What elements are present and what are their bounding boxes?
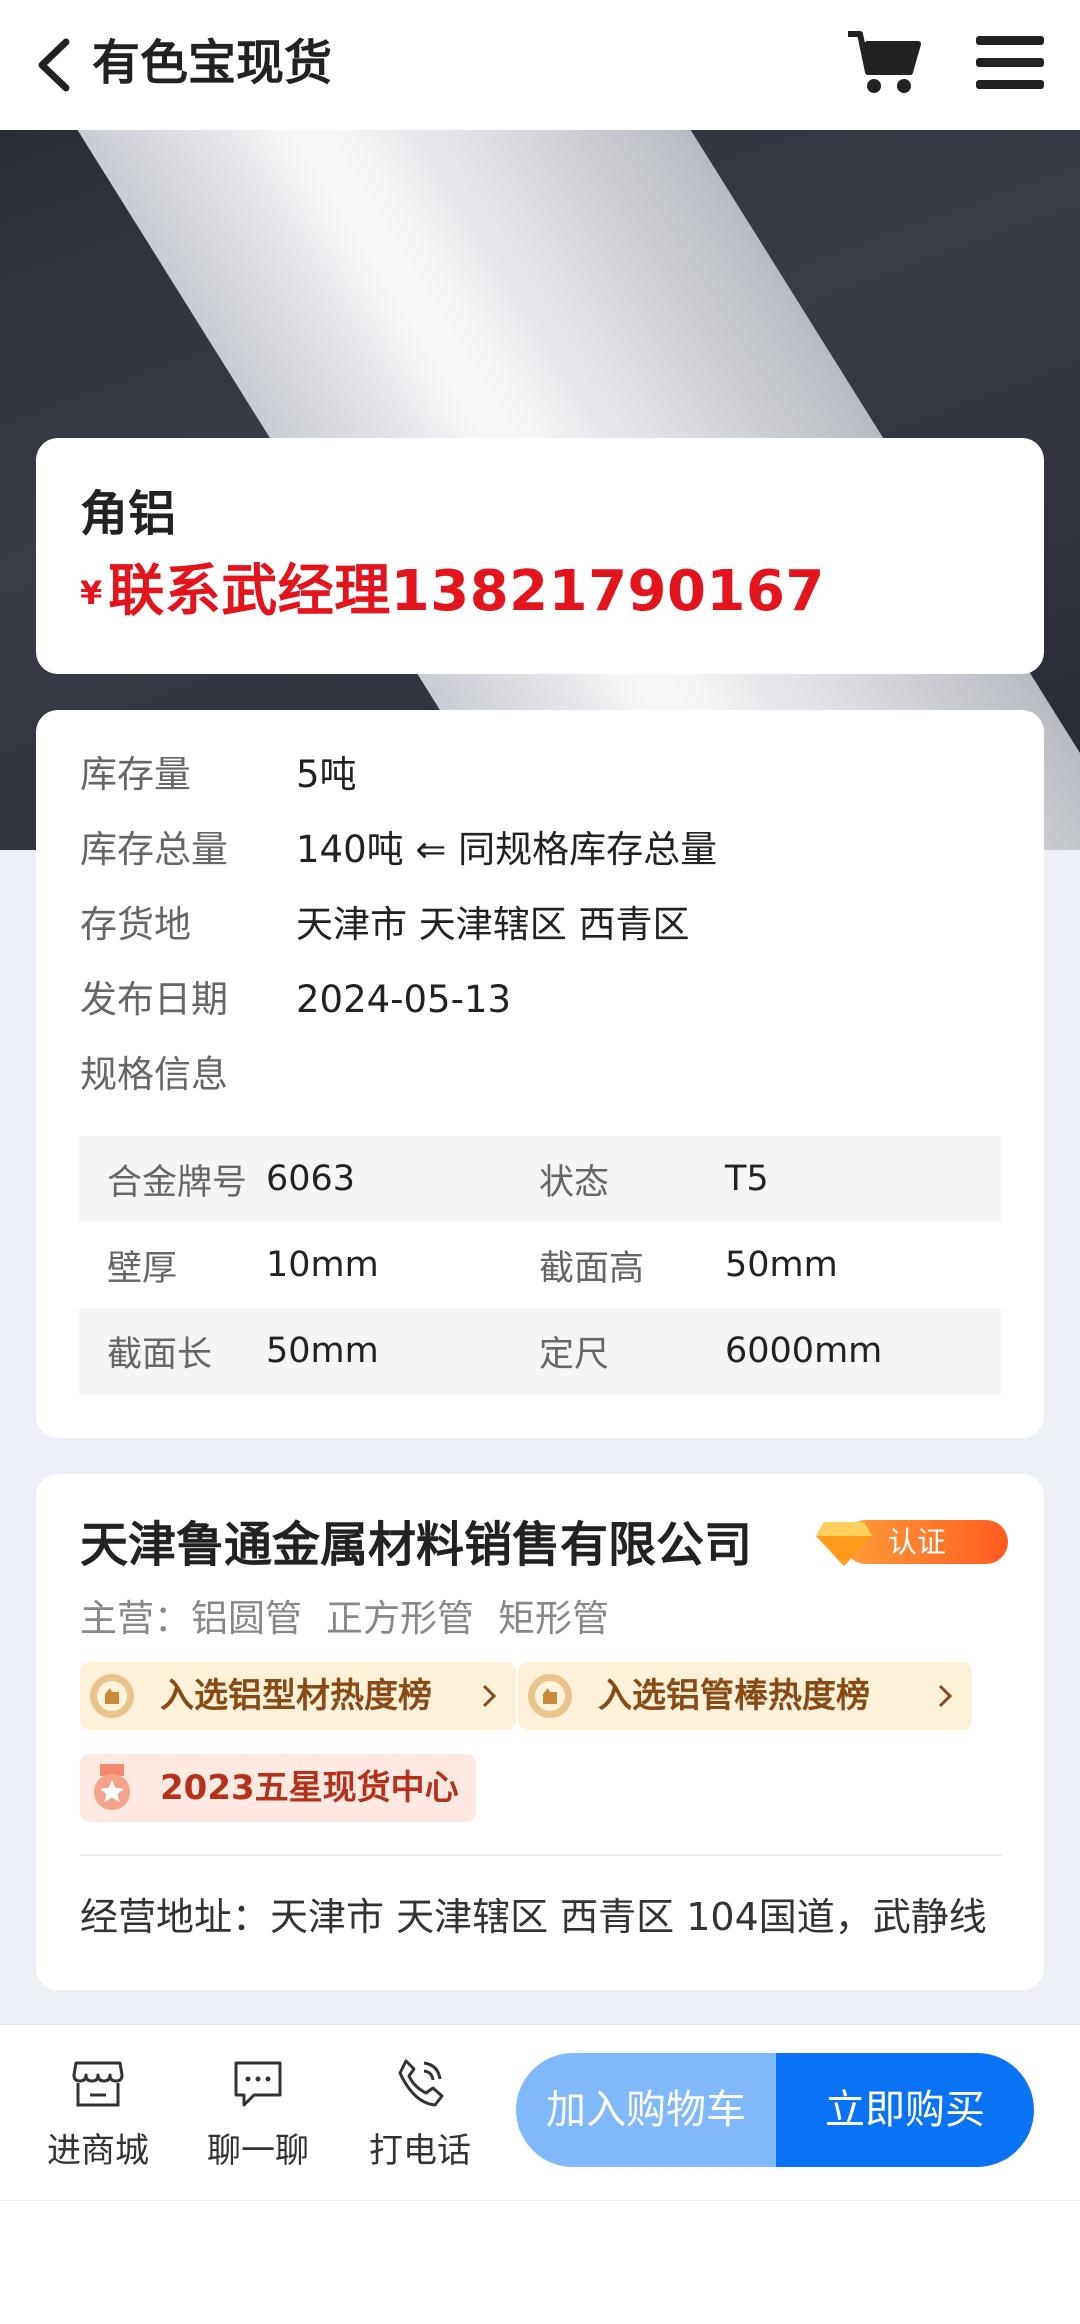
price-contact-text[interactable]: 联系武经理13821790167 [108,559,825,624]
location-row: 存货地 天津市 天津辖区 西青区 [80,900,690,950]
call-label: 打电话 [369,2131,471,2171]
menu-hamburger-icon[interactable] [976,34,1044,92]
page-title: 有色宝现货 [92,35,333,91]
product-details-card: 库存量 5吨 库存总量 140吨 ⇐ 同规格库存总量 存货地 天津市 天津辖区 西青区… [36,710,1044,1438]
spec-label: 截面长 [107,1334,213,1375]
chevron-right-icon [482,1684,496,1708]
spec-table: 合金牌号 6063 状态 T5 壁厚 10mm 截面高 50mm 截面长 50m… [79,1136,1001,1394]
spec-value: T5 [725,1159,769,1199]
spec-row: 截面长 50mm 定尺 6000mm [79,1308,1001,1394]
back-chevron-icon[interactable] [30,36,78,94]
location-label: 存货地 [80,903,191,946]
spec-value: 6000mm [725,1331,883,1371]
ranking-tag-aluminum-profile[interactable]: 入选铝型材热度榜 [80,1662,516,1730]
spec-value: 6063 [266,1159,356,1199]
spec-info-row: 规格信息 [80,1050,296,1100]
tag-text: 入选铝管棒热度榜 [598,1676,870,1716]
publish-date-label: 发布日期 [80,978,228,1021]
add-to-cart-button[interactable]: 加入购物车 [516,2053,776,2167]
call-button[interactable]: 打电话 [350,2055,490,2173]
spec-row: 壁厚 10mm 截面高 50mm [79,1222,1001,1308]
product-name: 角铝 [80,486,177,542]
company-card[interactable]: 天津鲁通金属材料销售有限公司 认证 主营：铝圆管 正方形管 矩形管 入选铝型材热度榜… [36,1474,1044,1990]
total-stock-label: 库存总量 [80,828,228,871]
divider [80,1854,1002,1856]
main-business-item: 矩形管 [498,1597,609,1640]
phone-icon [398,2059,444,2107]
company-name[interactable]: 天津鲁通金属材料销售有限公司 [80,1512,752,1578]
ranking-tag-aluminum-tube[interactable]: 入选铝管棒热度榜 [518,1662,972,1730]
medal-icon [528,1674,572,1718]
bottom-action-bar: 进商城 聊一聊 打电话 加入购物车 立即购买 [0,2024,1080,2200]
stock-label: 库存量 [80,753,191,796]
product-title-card: 角铝 ¥ 联系武经理13821790167 [36,438,1044,674]
spec-info-label: 规格信息 [80,1053,228,1096]
enter-shop-label: 进商城 [47,2131,149,2171]
top-navigation-bar: 有色宝现货 [0,0,1080,130]
five-star-spot-center-tag: 2023五星现货中心 [80,1754,476,1822]
buy-now-button[interactable]: 立即购买 [776,2053,1034,2167]
spec-label: 壁厚 [107,1248,178,1289]
spec-label: 合金牌号 [107,1162,248,1203]
spec-row: 合金牌号 6063 状态 T5 [79,1136,1001,1222]
diamond-icon [816,1522,872,1566]
bottom-safe-area [0,2200,1080,2324]
spec-value: 10mm [266,1245,379,1285]
main-business-item: 正方形管 [326,1597,474,1640]
tag-text: 入选铝型材热度榜 [160,1676,432,1716]
publish-date-value: 2024-05-13 [296,978,512,1021]
star-medal-icon [94,1764,130,1810]
medal-icon [90,1674,134,1718]
store-icon [72,2061,124,2107]
spec-label: 截面高 [539,1248,645,1289]
total-stock-value: 140吨 ⇐ 同规格库存总量 [296,828,718,871]
total-stock-row: 库存总量 140吨 ⇐ 同规格库存总量 [80,825,717,875]
spec-value: 50mm [266,1331,379,1371]
spec-label: 状态 [539,1162,610,1203]
purchase-button-group: 加入购物车 立即购买 [516,2053,1034,2167]
shopping-cart-icon[interactable] [846,28,924,98]
chevron-right-icon [938,1684,952,1708]
main-business-label: 主营： [80,1597,191,1640]
tag-text: 2023五星现货中心 [160,1768,459,1808]
main-business-item: 铝圆管 [191,1597,302,1640]
chat-label: 聊一聊 [207,2131,309,2171]
chat-button[interactable]: 聊一聊 [188,2055,328,2173]
stock-value: 5吨 [296,753,357,796]
publish-date-row: 发布日期 2024-05-13 [80,975,511,1025]
spec-value: 50mm [725,1245,838,1285]
enter-shop-button[interactable]: 进商城 [28,2055,168,2173]
business-address: 经营地址：天津市 天津辖区 西青区 104国道，武静线 [80,1895,987,1939]
chat-bubble-icon [234,2061,282,2107]
stock-row: 库存量 5吨 [80,750,357,800]
location-value: 天津市 天津辖区 西青区 [296,903,690,946]
spec-label: 定尺 [539,1334,610,1375]
main-business: 主营：铝圆管 正方形管 矩形管 [80,1592,633,1646]
price-row: ¥ 联系武经理13821790167 [80,556,825,628]
certified-badge: 认证 [814,1518,1008,1566]
price-currency: ¥ [80,574,103,612]
